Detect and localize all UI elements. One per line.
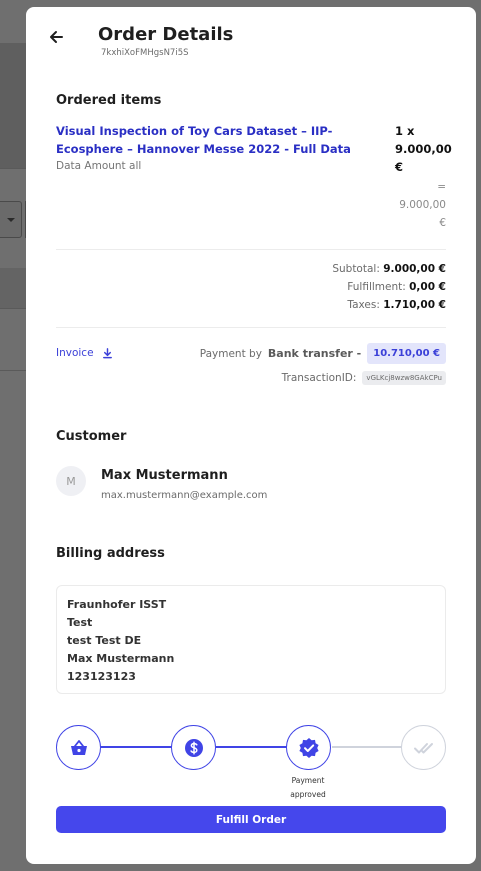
item-qty: 1 x — [395, 124, 415, 138]
order-details-panel: Order Details 7kxhiXoFMHgsN7i5S Ordered … — [26, 7, 476, 864]
taxes-value: 1.710,00 € — [383, 299, 446, 311]
transaction-row: TransactionID: vGLKcj8wzw8GAkCPu — [282, 371, 446, 385]
billing-line: 123123123 — [67, 670, 136, 683]
item-name-link[interactable]: Visual Inspection of Toy Cars Dataset – … — [56, 122, 371, 158]
avatar: M — [56, 466, 86, 496]
divider — [56, 249, 446, 250]
progress-step-label: Payment approved — [278, 774, 338, 802]
payment-amount-badge: 10.710,00 € — [367, 343, 446, 364]
subtotal-row: Subtotal: 9.000,00 € — [332, 263, 446, 275]
download-icon — [102, 347, 112, 358]
billing-line: Fraunhofer ISST — [67, 598, 167, 611]
fulfill-order-button[interactable]: Fulfill Order — [56, 806, 446, 833]
fulfillment-value: 0,00 € — [409, 281, 446, 293]
double-check-icon — [413, 742, 433, 753]
line-total-currency: € — [439, 217, 446, 229]
progress-step-ordered — [56, 725, 101, 770]
customer-heading: Customer — [56, 429, 127, 444]
ordered-items-heading: Ordered items — [56, 93, 162, 108]
back-button[interactable] — [46, 27, 66, 47]
progress-connector — [332, 746, 402, 748]
item-subtitle: Data Amount all — [56, 160, 142, 172]
item-unit-currency: € — [395, 160, 404, 174]
subtotal-value: 9.000,00 € — [383, 263, 446, 275]
payment-by-label: Payment by — [199, 347, 262, 360]
chevron-down-icon — [7, 218, 15, 222]
item-quantity-price: 1 x 9.000,00 € — [395, 122, 452, 176]
divider — [56, 327, 446, 328]
taxes-row: Taxes: 1.710,00 € — [347, 299, 446, 311]
progress-step-fulfilled — [401, 725, 446, 770]
arrow-left-icon — [50, 31, 63, 43]
customer-name: Max Mustermann — [101, 468, 228, 483]
billing-address-box: Fraunhofer ISST Test test Test DE Max Mu… — [56, 585, 446, 694]
page-title: Order Details — [98, 24, 234, 45]
badge-check-icon — [298, 737, 319, 758]
billing-line: Test — [67, 616, 93, 629]
order-id: 7kxhiXoFMHgsN7i5S — [101, 48, 189, 58]
fulfillment-label: Fulfillment: — [347, 281, 406, 293]
equals-sign: = — [437, 181, 446, 193]
billing-address-heading: Billing address — [56, 546, 165, 561]
dollar-icon — [184, 738, 203, 757]
fulfillment-row: Fulfillment: 0,00 € — [347, 281, 446, 293]
billing-line: Max Mustermann — [67, 652, 175, 665]
invoice-label: Invoice — [56, 347, 94, 359]
background-select — [0, 201, 22, 238]
billing-line: test Test DE — [67, 634, 142, 647]
line-total-value: 9.000,00 — [399, 199, 446, 211]
item-line-total: = 9.000,00 € — [386, 178, 446, 232]
progress-step-payment — [171, 725, 216, 770]
basket-icon — [70, 739, 87, 755]
item-unit-price: 9.000,00 — [395, 142, 452, 156]
customer-email: max.mustermann@example.com — [101, 490, 268, 501]
step-label-line: Payment — [291, 776, 325, 785]
taxes-label: Taxes: — [347, 299, 380, 311]
transaction-id: vGLKcj8wzw8GAkCPu — [362, 371, 446, 385]
subtotal-label: Subtotal: — [332, 263, 380, 275]
payment-summary: Payment by Bank transfer - 10.710,00 € — [200, 343, 446, 364]
progress-step-payment-approved — [286, 725, 331, 770]
payment-method: Bank transfer - — [267, 347, 362, 360]
step-label-line: approved — [290, 790, 326, 799]
invoice-download-link[interactable]: Invoice — [56, 347, 113, 359]
transaction-label: TransactionID: — [281, 372, 357, 384]
